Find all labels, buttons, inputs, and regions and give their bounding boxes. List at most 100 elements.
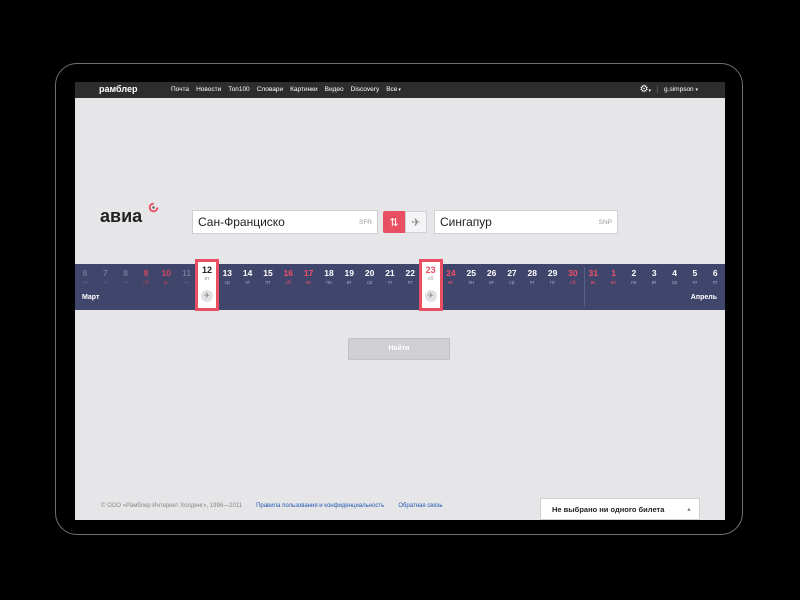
calendar-day-number: 27	[507, 268, 517, 278]
calendar-day-number: 4	[672, 268, 677, 278]
tickets-label: Не выбрано ни одного билета	[552, 505, 665, 514]
find-button[interactable]: Найти	[348, 338, 450, 360]
calendar-day[interactable]: 18 пн	[319, 268, 339, 287]
calendar-day-number: 10	[161, 268, 172, 278]
calendar-day: 7 чт	[95, 268, 115, 287]
calendar-day-weekday: вс	[448, 280, 454, 286]
calendar-day[interactable]: 1 вс	[604, 268, 624, 287]
calendar-day-weekday: пн	[183, 280, 190, 286]
calendar-day-number: 7	[102, 268, 108, 278]
calendar-day-weekday: чт	[529, 280, 535, 286]
calendar-day-number: 23	[425, 265, 436, 275]
nav-item-pictures[interactable]: Картинки	[290, 86, 318, 93]
calendar-day[interactable]: 16 сб	[278, 268, 298, 287]
calendar-day: 10 вс	[156, 268, 176, 287]
chevron-up-icon: ▲	[686, 507, 692, 513]
calendar-day-selected[interactable]: 23 сб ✈	[418, 259, 443, 311]
destination-field[interactable]: Сингапур SNP	[434, 210, 618, 234]
settings-menu[interactable]: ⚙▾	[640, 84, 651, 95]
calendar-day[interactable]: 22 пт	[400, 268, 420, 287]
calendar-day-number: 15	[263, 268, 273, 278]
calendar-day-weekday: вс	[163, 280, 169, 286]
nav-item-news[interactable]: Новости	[196, 86, 221, 93]
calendar-day[interactable]: 15 пт	[258, 268, 278, 287]
calendar-day-number: 22	[405, 268, 415, 278]
roundtrip-button[interactable]: ⇅	[383, 211, 405, 233]
calendar-day-weekday: пн	[82, 280, 88, 286]
calendar-day[interactable]: 31 вс	[583, 268, 603, 287]
nav-item-mail[interactable]: Почта	[171, 86, 189, 93]
calendar-day: 8 пт	[116, 268, 136, 287]
origin-code: SFR	[359, 219, 372, 226]
calendar-day-number: 29	[547, 268, 558, 278]
calendar-day[interactable]: 24 вс	[441, 268, 461, 287]
month-label-april: Апрель	[690, 294, 717, 301]
nav-item-top100[interactable]: Топ100	[228, 86, 249, 93]
nav-item-video[interactable]: Видео	[325, 86, 344, 93]
calendar-day[interactable]: 17 вс	[299, 268, 319, 287]
calendar-day[interactable]: 6 пт	[705, 268, 725, 287]
date-calendar-strip: Март Апрель 6 пн 7 чт 8 пт 9 сб 10 вс 11 пн 12 вт ✈ 13 с…	[75, 259, 725, 311]
plane-icon: ✈	[424, 290, 437, 302]
calendar-day-weekday: пт	[407, 280, 413, 286]
origin-field[interactable]: Сан-Франциско SFR	[192, 210, 378, 234]
calendar-day-weekday: ср	[224, 280, 230, 286]
calendar-day-number: 19	[344, 268, 355, 278]
calendar-day-number: 25	[466, 268, 476, 278]
avia-logo-text: авиа	[100, 206, 143, 226]
calendar-day-number: 1	[611, 268, 616, 278]
calendar-day-weekday: пн	[631, 280, 637, 286]
calendar-day-number: 21	[385, 268, 395, 278]
calendar-day[interactable]: 2 пн	[624, 268, 644, 287]
calendar-day: 11 пн	[177, 268, 197, 287]
privacy-link[interactable]: Правила пользования и конфиденциальность	[256, 503, 384, 509]
calendar-day-selected[interactable]: 12 вт ✈	[194, 259, 219, 311]
nav-item-all[interactable]: Все▾	[386, 86, 401, 93]
nav-all-label: Все	[386, 86, 398, 93]
calendar-day[interactable]: 26 вт	[482, 268, 502, 287]
calendar-day: 9 сб	[136, 268, 156, 287]
calendar-day[interactable]: 14 чт	[238, 268, 258, 287]
feedback-link[interactable]: Обратная связь	[398, 503, 442, 509]
calendar-day-weekday: пт	[550, 280, 556, 286]
calendar-day-number: 13	[222, 268, 233, 278]
rambler-logo[interactable]: рамблер	[99, 84, 137, 94]
calendar-day-weekday: сб	[143, 280, 149, 286]
calendar-day-number: 6	[712, 268, 718, 278]
oneway-button[interactable]: ✈	[405, 211, 427, 233]
calendar-day-weekday: вт	[651, 280, 657, 286]
calendar-day[interactable]: 4 ср	[665, 268, 685, 287]
calendar-day[interactable]: 13 ср	[217, 268, 237, 287]
avia-ring-icon	[148, 202, 159, 213]
calendar-day-number: 2	[631, 268, 637, 278]
calendar-day[interactable]: 3 вт	[644, 268, 664, 287]
copyright-text: © ООО «Рамблер Интернет Холдинг», 1996—2…	[101, 503, 243, 509]
calendar-day-number: 18	[324, 268, 334, 278]
nav-item-dictionaries[interactable]: Словари	[257, 86, 283, 93]
calendar-day[interactable]: 19 вт	[339, 268, 359, 287]
calendar-day[interactable]: 20 ср	[360, 268, 380, 287]
calendar-day-weekday: вт	[346, 280, 352, 286]
avia-logo[interactable]: авиа	[100, 202, 159, 227]
gear-icon: ⚙	[639, 84, 649, 95]
calendar-day[interactable]: 5 чт	[685, 268, 705, 287]
calendar-day-number: 5	[692, 268, 698, 278]
calendar-day[interactable]: 28 чт	[522, 268, 542, 287]
user-menu[interactable]: g.simpson ▾	[657, 86, 698, 93]
calendar-day[interactable]: 29 пт	[543, 268, 563, 287]
chevron-down-icon: ▾	[695, 87, 698, 93]
calendar-day-weekday: чт	[245, 280, 251, 286]
browser-viewport: рамблер Почта Новости Топ100 Словари Кар…	[75, 82, 725, 520]
tickets-panel[interactable]: Не выбрано ни одного билета ▲	[540, 498, 700, 520]
calendar-day[interactable]: 21 чт	[380, 268, 400, 287]
chevron-down-icon: ▾	[398, 87, 401, 93]
calendar-day[interactable]: 30 сб	[563, 268, 583, 287]
calendar-day-weekday: пн	[326, 280, 332, 286]
calendar-day-weekday: пт	[265, 280, 271, 286]
calendar-day[interactable]: 27 ср	[502, 268, 522, 287]
nav-item-discovery[interactable]: Discovery	[351, 86, 380, 93]
calendar-day-number: 8	[123, 268, 129, 278]
calendar-day-weekday: вт	[489, 280, 495, 286]
calendar-day-weekday: пт	[123, 280, 129, 286]
calendar-day[interactable]: 25 пн	[461, 268, 481, 287]
